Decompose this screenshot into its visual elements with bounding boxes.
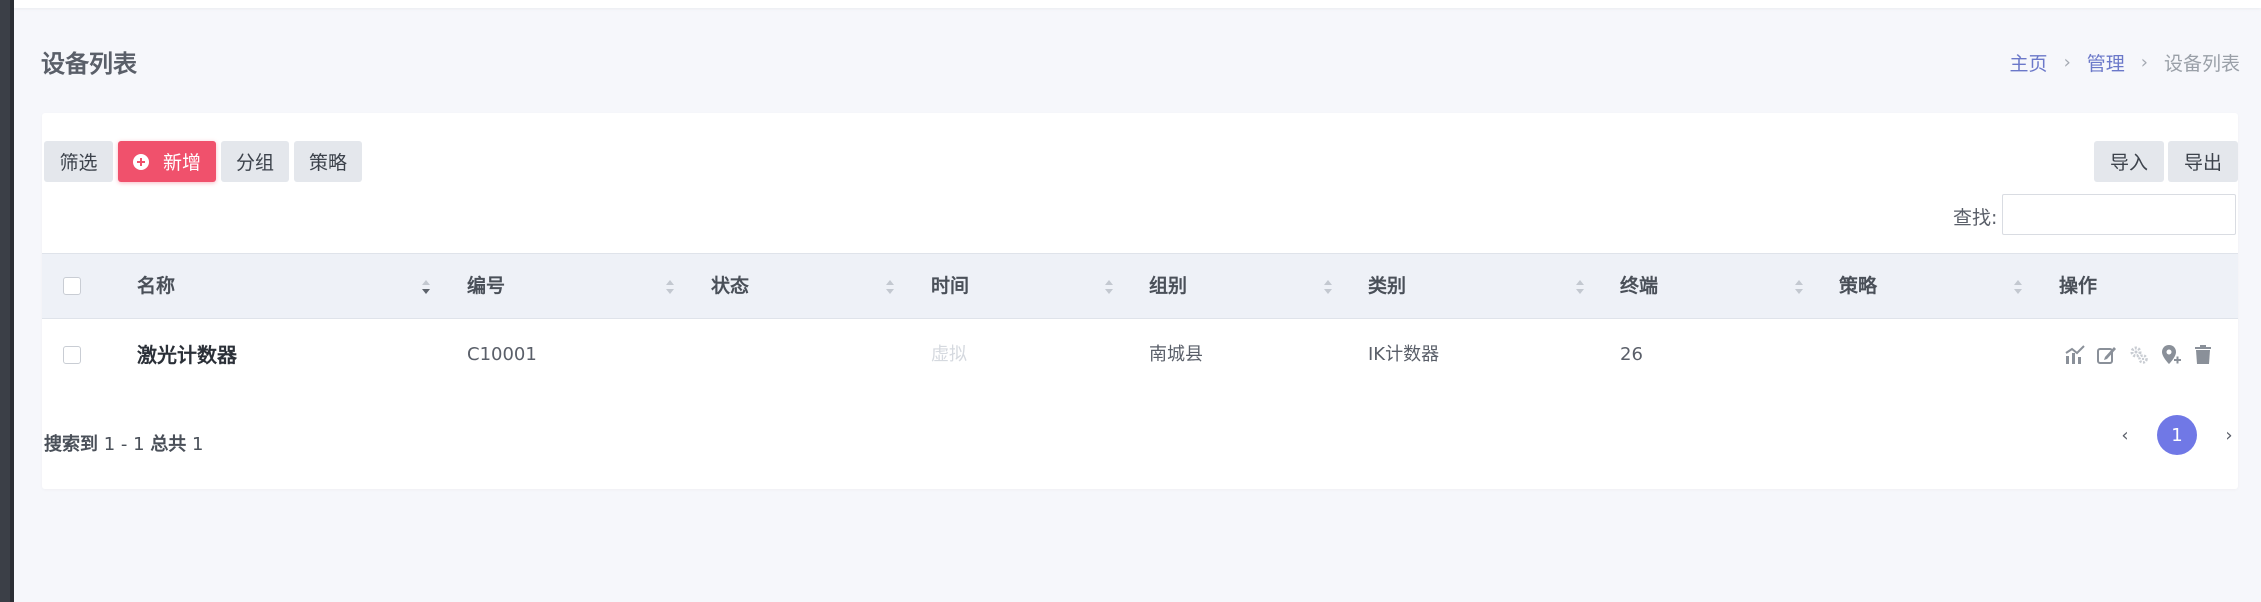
column-header-terminal[interactable]: 终端 <box>1620 254 1658 318</box>
import-button[interactable]: 导入 <box>2094 141 2164 182</box>
next-page-button[interactable]: › <box>2209 415 2249 455</box>
sort-icon[interactable] <box>1105 280 1113 294</box>
group-button[interactable]: 分组 <box>221 141 289 182</box>
breadcrumb: 主页 › 管理 › 设备列表 <box>2010 49 2240 76</box>
filter-button[interactable]: 筛选 <box>44 141 113 182</box>
prev-page-button[interactable]: ‹ <box>2105 415 2145 455</box>
search-label: 查找: <box>1953 207 1998 229</box>
edit-icon[interactable] <box>2096 344 2118 366</box>
table-header: 名称 编号 状态 时间 组别 类别 终端 策略 操作 <box>42 253 2238 319</box>
summary-prefix: 搜索到 <box>44 434 98 455</box>
summary-total-label: 总共 <box>150 434 187 455</box>
page-title: 设备列表 <box>41 50 137 78</box>
sort-icon[interactable] <box>1324 280 1332 294</box>
column-header-strategy[interactable]: 策略 <box>1839 254 1877 318</box>
row-actions <box>2064 344 2214 366</box>
chart-icon[interactable] <box>2064 344 2086 366</box>
sort-icon[interactable] <box>1576 280 1584 294</box>
breadcrumb-separator: › <box>2063 52 2071 73</box>
column-header-status[interactable]: 状态 <box>711 254 749 318</box>
export-button[interactable]: 导出 <box>2168 141 2238 182</box>
column-header-time[interactable]: 时间 <box>931 254 969 318</box>
search-input[interactable] <box>2002 194 2236 235</box>
sort-icon[interactable] <box>886 280 894 294</box>
sort-icon[interactable] <box>422 280 430 294</box>
add-button[interactable]: 新增 <box>118 141 216 182</box>
settings-icon[interactable] <box>2128 344 2150 366</box>
summary-total: 1 <box>192 434 204 455</box>
device-list-card: 筛选 新增 分组 策略 导入 导出 查找: 名称 编号 状态 时间 组别 类别 … <box>42 113 2238 489</box>
sort-icon[interactable] <box>2014 280 2022 294</box>
table-row: 激光计数器 C10001 虚拟 南城县 IK计数器 26 <box>42 319 2238 391</box>
breadcrumb-separator: › <box>2140 52 2148 73</box>
row-checkbox[interactable] <box>63 346 81 364</box>
left-sidebar-rail <box>0 0 14 602</box>
breadcrumb-current: 设备列表 <box>2163 53 2240 75</box>
device-name[interactable]: 激光计数器 <box>137 319 237 391</box>
plus-circle-icon <box>132 153 149 170</box>
device-code: C10001 <box>467 344 537 365</box>
breadcrumb-home[interactable]: 主页 <box>2010 49 2048 76</box>
device-category: IK计数器 <box>1368 344 1440 365</box>
strategy-button[interactable]: 策略 <box>294 141 362 182</box>
add-location-icon[interactable] <box>2160 344 2182 366</box>
column-header-group[interactable]: 组别 <box>1149 254 1187 318</box>
device-terminal: 26 <box>1620 344 1643 365</box>
column-header-code[interactable]: 编号 <box>467 254 505 318</box>
sort-icon[interactable] <box>666 280 674 294</box>
select-all-checkbox[interactable] <box>63 277 81 295</box>
top-bar <box>14 0 2261 8</box>
breadcrumb-manage[interactable]: 管理 <box>2087 49 2125 76</box>
device-group: 南城县 <box>1149 344 1203 365</box>
column-header-actions: 操作 <box>2059 275 2098 297</box>
summary-range: 1 - 1 <box>103 434 145 455</box>
column-header-name[interactable]: 名称 <box>137 254 175 318</box>
add-button-label: 新增 <box>162 152 201 174</box>
sort-icon[interactable] <box>1795 280 1803 294</box>
device-time: 虚拟 <box>931 344 967 365</box>
pagination-summary: 搜索到 1 - 1 总共 1 <box>44 430 204 456</box>
trash-icon[interactable] <box>2192 344 2214 366</box>
page-button-1[interactable]: 1 <box>2157 415 2197 455</box>
column-header-category[interactable]: 类别 <box>1368 254 1406 318</box>
